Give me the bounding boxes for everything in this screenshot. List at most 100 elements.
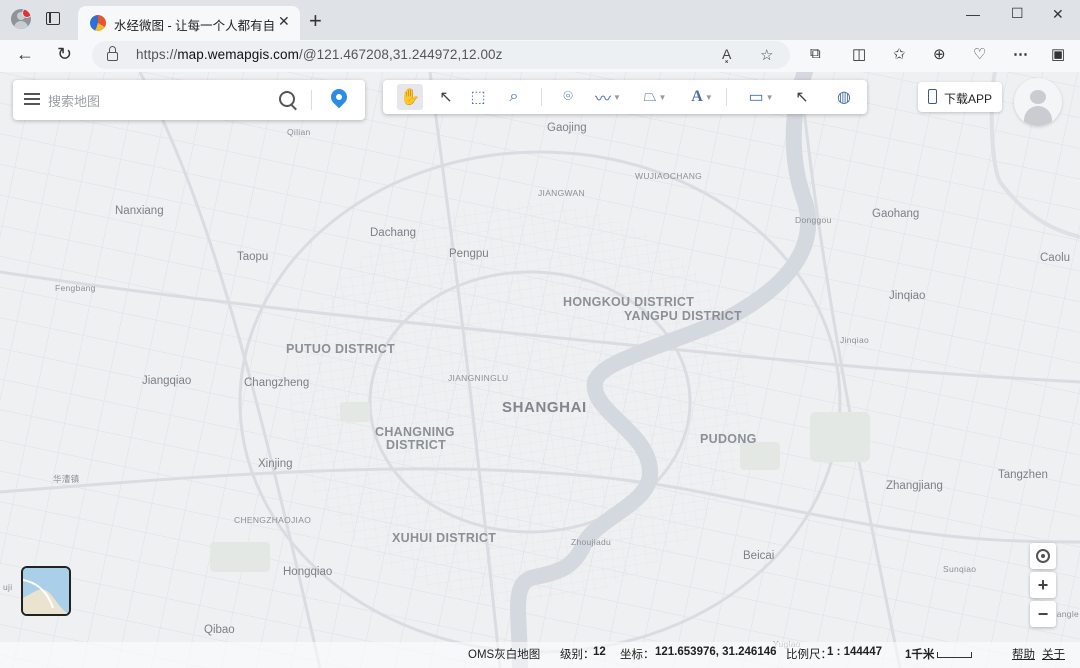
map-district-label: DISTRICT [386,438,447,452]
close-window-button[interactable]: ✕ [1052,6,1064,23]
scale-bar [937,652,972,658]
divider [311,90,312,110]
more-icon[interactable]: ⋯ [1013,45,1028,63]
map-city-label: SHANGHAI [502,399,587,416]
browser-titlebar: 水经微图 - 让每一个人都有自己的 ✕ + — ☐ ✕ [0,0,1080,40]
tab-title: 水经微图 - 让每一个人都有自己的 [114,19,274,33]
map-label: Tangzhen [998,469,1048,481]
profile-avatar-icon[interactable] [11,9,31,29]
map-label: 华漕镇 [53,474,80,484]
collections-icon[interactable]: ⊕ [933,45,946,63]
map-label: uji [3,582,13,592]
scale-bar-text: 1千米 [905,649,935,661]
map-district-label: HONGKOU DISTRICT [563,295,695,309]
pan-hand-icon[interactable]: ✋ [397,84,423,110]
map-base-layer [0,72,1080,668]
map-district-label: PUDONG [700,432,757,446]
basemap-thumbnail-icon [23,568,69,614]
map-label: Qilian [287,127,311,137]
sidebar-icon[interactable]: ▣ [1051,45,1065,63]
map-label: Taopu [237,251,269,263]
menu-icon[interactable] [24,93,40,105]
map-label: Zhoujiadu [571,537,612,547]
measure-ruler-icon[interactable]: ▭ ▼ [741,84,781,110]
polyline-icon[interactable]: 〰 ▼ [590,84,626,110]
locate-button[interactable] [1030,543,1056,569]
map-label: Dachang [370,227,417,239]
map-label: CHENGZHAOJIAO [234,515,312,525]
location-pin-icon[interactable] [327,85,351,109]
zoom-out-button[interactable]: − [1030,601,1056,627]
map-label: WUJIAOCHANG [635,171,703,181]
lock-icon[interactable] [107,46,118,61]
download-app-button[interactable]: 下载APP [918,82,1002,112]
polygon-icon[interactable]: ⏢ ▼ [637,84,673,110]
map-label: Hongqiao [283,566,333,578]
map-district-label: YANGPU DISTRICT [624,309,742,323]
scale-label: 比例尺： [786,649,832,661]
user-avatar[interactable] [1014,78,1062,126]
search-input[interactable] [46,90,270,112]
browser-essentials-icon[interactable]: ♡ [973,45,986,63]
box-select-icon[interactable]: ⬚ [465,84,491,110]
map-label: Fengbang [55,283,96,293]
phone-icon [928,89,937,104]
url-field[interactable]: https://map.wemapgis.com/@121.467208,31.… [92,41,790,69]
map-label: Gaojing [547,122,587,134]
globe-icon[interactable]: ◍ [831,84,857,110]
map-label: Beicai [743,550,775,562]
map-label: Gaohang [872,208,920,220]
select-arrow-icon[interactable]: ↖ [433,84,459,110]
tab-actions-icon[interactable] [46,12,60,25]
tab-close-icon[interactable]: ✕ [278,13,290,30]
divider [726,88,727,106]
zoom-in-button[interactable]: + [1030,572,1056,598]
map-label: Qibao [204,624,235,636]
about-link[interactable]: 关于 [1042,646,1065,662]
map-label: Sunqiao [943,564,977,574]
help-link[interactable]: 帮助 [1012,646,1035,662]
map-label: Zhangjiang [886,480,943,492]
map-label: JIANGWAN [538,188,585,198]
split-screen-icon[interactable]: ◫ [852,45,866,63]
marker-icon[interactable]: ⌾ [555,84,581,110]
map-toolbar: ✋ ↖ ⬚ ⌕ ⌾ 〰 ▼ ⏢ ▼ A ▼ ▭ ▼ ↖ ◍ [383,80,867,114]
text-icon[interactable]: A ▼ [684,84,720,110]
map-canvas[interactable]: Qilian Gaojing WUJIAOCHANG JIANGWAN Nanx… [0,72,1080,668]
url-text: https://map.wemapgis.com/@121.467208,31.… [136,47,503,62]
minimize-button[interactable]: — [966,6,980,22]
zoom-level-label: 级别： [560,649,595,661]
site-favicon-icon [90,15,106,31]
zoom-level-value: 12 [593,646,606,658]
map-label: Jinqiao [889,290,926,302]
map-district-label: PUTUO DISTRICT [286,342,396,356]
map-label: Xinjing [258,458,293,470]
map-search-box [13,80,365,120]
scale-value: 1 : 144447 [827,646,882,658]
address-bar-row: ← ↻ https://map.wemapgis.com/@121.467208… [0,40,1080,73]
map-label: Nanxiang [115,205,164,217]
coordinate-value: 121.653976, 31.246146 [655,646,777,658]
map-label: Pengpu [449,248,489,260]
map-label: Changzheng [244,377,310,389]
read-aloud-icon[interactable]: A͓ [722,46,731,62]
divider [541,88,542,106]
map-label: JIANGNINGLU [448,373,509,383]
basemap-switcher[interactable] [21,566,71,616]
maximize-button[interactable]: ☐ [1011,5,1024,22]
browser-tab-active[interactable]: 水经微图 - 让每一个人都有自己的 ✕ [78,6,300,40]
pick-info-icon[interactable]: ↖ [789,84,815,110]
basemap-name: OMS灰白地图 [468,649,541,661]
locate-icon [1036,549,1050,563]
new-tab-button[interactable]: + [309,8,322,34]
extensions-icon[interactable]: ⧉ [810,45,821,62]
zoom-box-icon[interactable]: ⌕ [501,84,527,110]
back-icon[interactable]: ← [16,44,34,65]
map-label: Caolu [1040,252,1071,264]
map-district-label: CHANGNING [375,425,455,439]
map-label: Jiangqiao [142,375,192,387]
favorites-icon[interactable]: ✩ [893,45,906,63]
favorites-star-icon[interactable]: ☆ [760,46,773,64]
refresh-icon[interactable]: ↻ [57,44,72,65]
search-icon[interactable] [279,91,295,107]
